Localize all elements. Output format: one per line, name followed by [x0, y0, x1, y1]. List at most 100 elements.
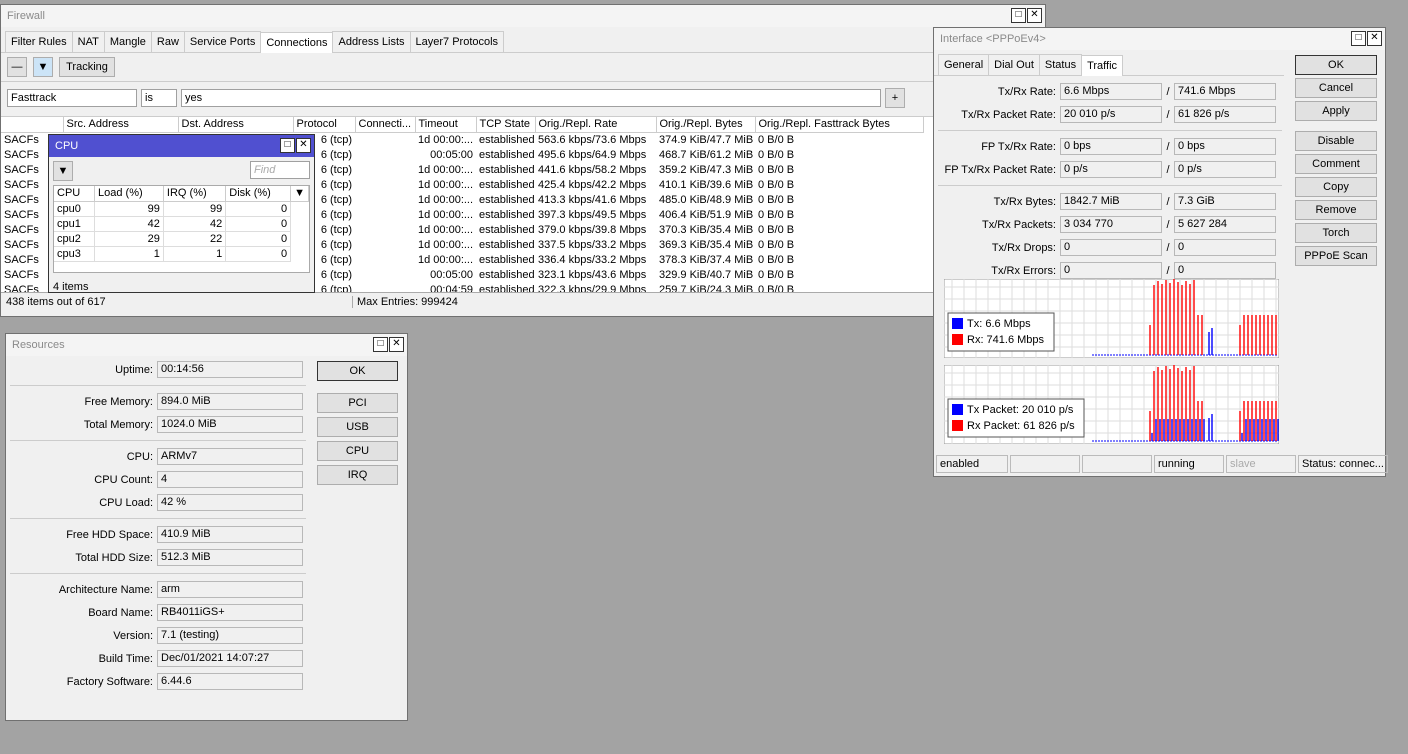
column-menu-icon[interactable]: ▼: [290, 186, 309, 202]
remove-button[interactable]: Remove: [1295, 200, 1377, 220]
close-icon[interactable]: ✕: [1027, 8, 1042, 23]
resource-field: Factory Software: 6.44.6: [10, 670, 306, 693]
column-header[interactable]: TCP State: [476, 117, 536, 133]
column-header[interactable]: Orig./Repl. Rate: [535, 117, 657, 133]
apply-button[interactable]: Apply: [1295, 101, 1377, 121]
field-value: 00:14:56: [157, 361, 303, 378]
interface-titlebar[interactable]: Interface <PPPoEv4> □ ✕: [934, 28, 1385, 50]
maximize-icon[interactable]: □: [280, 138, 295, 153]
column-header[interactable]: Orig./Repl. Bytes: [656, 117, 756, 133]
traffic-field: FP Tx/Rx Rate: 0 bps / 0 bps: [938, 135, 1282, 158]
tx-value: 0 bps: [1060, 138, 1162, 155]
column-header[interactable]: Src. Address: [63, 117, 179, 133]
table-cell: 337.5 kbps/33.2 Mbps: [538, 238, 647, 251]
tab-status[interactable]: Status: [1038, 54, 1083, 75]
resources-titlebar[interactable]: Resources □ ✕: [6, 334, 407, 356]
tab-general[interactable]: General: [938, 54, 990, 75]
firewall-titlebar[interactable]: Firewall □ ✕: [1, 5, 1045, 27]
table-row[interactable]: cpu0 99 99 0: [54, 201, 309, 217]
copy-button[interactable]: Copy: [1295, 177, 1377, 197]
tab-address-lists[interactable]: Address Lists: [332, 31, 411, 52]
ok-button[interactable]: OK: [317, 361, 398, 381]
table-cell: 0 B/0 B: [758, 238, 795, 251]
resource-field: Architecture Name: arm: [10, 578, 306, 601]
column-header[interactable]: Disk (%): [225, 186, 292, 202]
rx-value: 0 p/s: [1174, 161, 1276, 178]
filter-icon[interactable]: ▼: [53, 161, 73, 181]
table-cell: [355, 267, 415, 282]
table-cell: [355, 237, 415, 252]
table-cell: established: [479, 193, 535, 206]
slash: /: [1166, 241, 1170, 254]
tab-service-ports[interactable]: Service Ports: [183, 31, 262, 52]
tab-filter-rules[interactable]: Filter Rules: [5, 31, 73, 52]
filter-op-select[interactable]: is: [141, 89, 177, 107]
column-header[interactable]: Load (%): [94, 186, 164, 202]
tx-value: 1842.7 MiB: [1060, 193, 1162, 210]
tab-layer7-protocols[interactable]: Layer7 Protocols: [409, 31, 505, 52]
comment-button[interactable]: Comment: [1295, 154, 1377, 174]
maximize-icon[interactable]: □: [373, 337, 388, 352]
close-icon[interactable]: ✕: [1367, 31, 1382, 46]
minus-button[interactable]: —: [7, 57, 27, 77]
column-header[interactable]: Dst. Address: [178, 117, 294, 133]
table-row[interactable]: cpu2 29 22 0: [54, 231, 309, 247]
resource-field: Free HDD Space: 410.9 MiB: [10, 523, 306, 546]
close-icon[interactable]: ✕: [296, 138, 311, 153]
tab-connections[interactable]: Connections: [260, 32, 334, 53]
usb-button[interactable]: USB: [317, 417, 398, 437]
field-value: 512.3 MiB: [157, 549, 303, 566]
divider: [938, 185, 1282, 186]
tab-dial-out[interactable]: Dial Out: [988, 54, 1040, 75]
field-label: Free HDD Space:: [66, 528, 153, 541]
cpu-titlebar[interactable]: CPU □ ✕: [49, 135, 314, 157]
max-entries: Max Entries: 999424: [357, 295, 458, 308]
table-cell: 336.4 kbps/33.2 Mbps: [538, 253, 647, 266]
table-cell: 378.3 KiB/37.4 MiB: [659, 253, 754, 266]
maximize-icon[interactable]: □: [1011, 8, 1026, 23]
cancel-button[interactable]: Cancel: [1295, 78, 1377, 98]
table-cell: cpu1: [54, 216, 96, 232]
tab-mangle[interactable]: Mangle: [103, 31, 152, 52]
field-label: Tx/Rx Drops:: [991, 241, 1056, 254]
torch-button[interactable]: Torch: [1295, 223, 1377, 243]
table-cell: 42: [163, 216, 227, 232]
firewall-tabs: Filter Rules NAT Mangle Raw Service Ports Con…: [1, 27, 1045, 53]
column-header[interactable]: Timeout: [415, 117, 477, 133]
maximize-icon[interactable]: □: [1351, 31, 1366, 46]
table-cell: 413.3 kbps/41.6 Mbps: [538, 193, 647, 206]
add-filter-button[interactable]: +: [885, 88, 905, 108]
tab-traffic[interactable]: Traffic: [1081, 55, 1124, 76]
tab-raw[interactable]: Raw: [150, 31, 185, 52]
table-cell: 406.4 KiB/51.9 MiB: [659, 208, 754, 221]
tx-value: 0: [1060, 262, 1162, 279]
find-input[interactable]: Find: [250, 161, 310, 179]
table-cell: 0 B/0 B: [758, 133, 795, 146]
filter-value-select[interactable]: yes: [181, 89, 881, 107]
table-row[interactable]: cpu3 1 1 0: [54, 246, 309, 262]
filter-field-select[interactable]: Fasttrack: [7, 89, 137, 107]
tracking-button[interactable]: Tracking: [59, 57, 115, 77]
ok-button[interactable]: OK: [1295, 55, 1377, 75]
column-header[interactable]: Orig./Repl. Fasttrack Bytes: [755, 117, 924, 133]
filter-icon[interactable]: ▼: [33, 57, 53, 77]
legend-label: Tx Packet: 20 010 p/s: [967, 404, 1074, 416]
table-row[interactable]: cpu1 42 42 0: [54, 216, 309, 232]
column-header[interactable]: CPU: [54, 186, 96, 202]
column-header[interactable]: [1, 117, 64, 133]
resource-field: Free Memory: 894.0 MiB: [10, 390, 306, 413]
close-icon[interactable]: ✕: [389, 337, 404, 352]
legend-swatch: [952, 334, 963, 345]
irq-button[interactable]: IRQ: [317, 465, 398, 485]
disable-button[interactable]: Disable: [1295, 131, 1377, 151]
column-header[interactable]: Connecti...: [355, 117, 416, 133]
cpu-button[interactable]: CPU: [317, 441, 398, 461]
field-label: Architecture Name:: [58, 583, 153, 596]
pppoe-scan-button[interactable]: PPPoE Scan: [1295, 246, 1377, 266]
table-cell: 0 B/0 B: [758, 283, 795, 293]
column-header[interactable]: IRQ (%): [163, 186, 227, 202]
pci-button[interactable]: PCI: [317, 393, 398, 413]
tab-nat[interactable]: NAT: [71, 31, 105, 52]
column-header[interactable]: Protocol: [293, 117, 356, 133]
table-cell: 00:05:00: [430, 148, 473, 161]
